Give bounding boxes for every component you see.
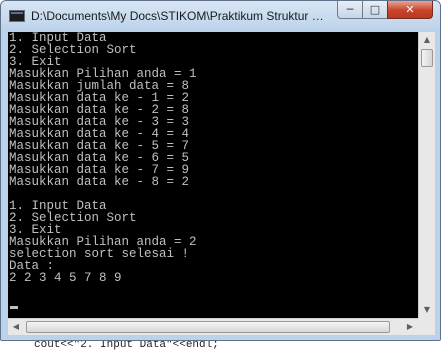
console-line: Masukkan data ke - 8 = 2 xyxy=(9,175,190,189)
minimize-button[interactable]: ─ xyxy=(337,1,363,19)
window-title: D:\Documents\My Docs\STIKOM\Praktikum St… xyxy=(31,9,331,23)
scroll-right-arrow-icon[interactable]: ▶ xyxy=(402,319,418,335)
console-text: 1. Input Data 2. Selection Sort 3. Exit Mas… xyxy=(8,32,418,284)
vertical-scrollbar[interactable]: ▲ ▼ xyxy=(418,32,435,318)
scroll-up-arrow-icon[interactable]: ▲ xyxy=(419,32,435,48)
scroll-down-arrow-icon[interactable]: ▼ xyxy=(419,302,435,318)
console-output-area[interactable]: 1. Input Data 2. Selection Sort 3. Exit Mas… xyxy=(8,32,418,318)
console-app-icon[interactable] xyxy=(9,10,25,22)
horizontal-scrollbar[interactable]: ◀ ▶ xyxy=(8,318,418,335)
console-line: 2. Selection Sort xyxy=(9,43,137,57)
console-window: D:\Documents\My Docs\STIKOM\Praktikum St… xyxy=(0,0,441,341)
vertical-scroll-thumb[interactable] xyxy=(421,49,433,67)
background-code-text: cout<<"2. Input Data"<<endl; xyxy=(34,341,219,350)
close-button[interactable]: ✕ xyxy=(387,1,433,19)
horizontal-scroll-thumb[interactable] xyxy=(26,321,390,333)
resize-grip[interactable] xyxy=(418,318,435,335)
text-cursor xyxy=(10,306,18,309)
console-line: 2. Selection Sort xyxy=(9,211,137,225)
console-line: selection sort selesai ! xyxy=(9,247,190,261)
maximize-button[interactable]: □ xyxy=(362,1,388,19)
console-line: 2 2 3 4 5 7 8 9 xyxy=(9,271,122,285)
title-bar[interactable]: D:\Documents\My Docs\STIKOM\Praktikum St… xyxy=(1,1,440,31)
scroll-left-arrow-icon[interactable]: ◀ xyxy=(8,319,24,335)
